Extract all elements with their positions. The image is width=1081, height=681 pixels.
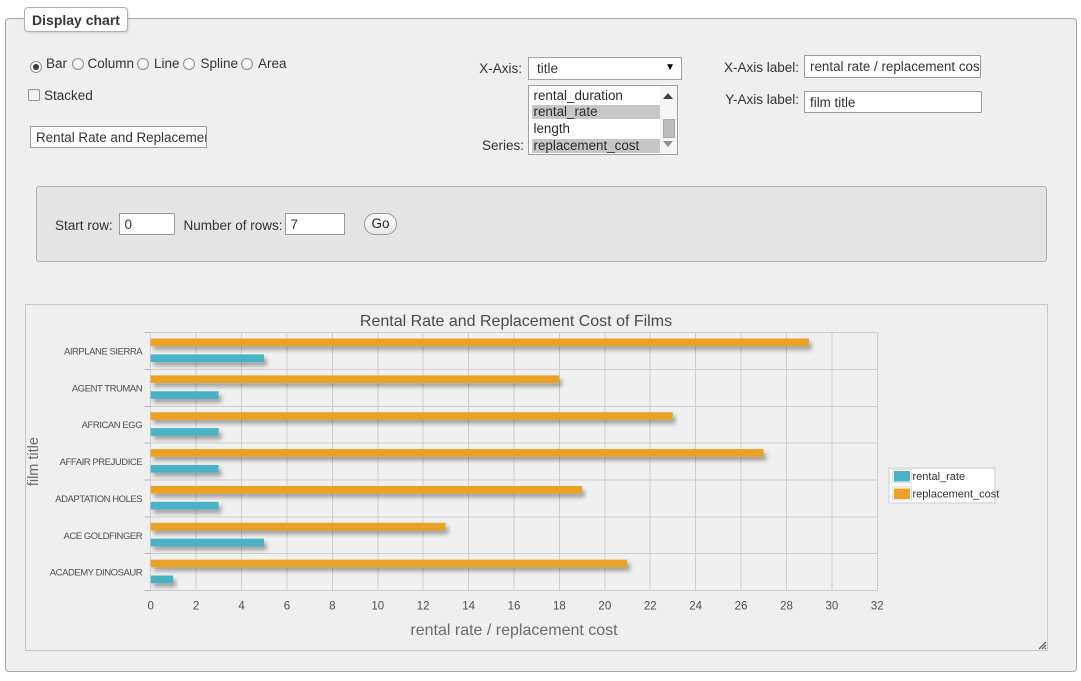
svg-text:Rental Rate and Replacement Co: Rental Rate and Replacement Cost of Film… — [360, 313, 672, 330]
svg-text:4: 4 — [238, 601, 245, 613]
svg-text:18: 18 — [553, 601, 566, 613]
svg-text:12: 12 — [417, 601, 430, 613]
svg-text:20: 20 — [598, 601, 611, 613]
svg-text:AFFAIR PREJUDICE: AFFAIR PREJUDICE — [60, 457, 143, 468]
svg-text:26: 26 — [735, 601, 748, 613]
svg-text:film title: film title — [26, 437, 42, 486]
svg-text:rental rate / replacement cost: rental rate / replacement cost — [410, 622, 618, 639]
svg-text:6: 6 — [284, 601, 290, 613]
svg-text:14: 14 — [462, 601, 475, 613]
svg-text:ADAPTATION HOLES: ADAPTATION HOLES — [55, 494, 142, 505]
svg-text:AGENT TRUMAN: AGENT TRUMAN — [72, 383, 143, 394]
svg-text:2: 2 — [193, 601, 199, 613]
svg-text:AIRPLANE SIERRA: AIRPLANE SIERRA — [64, 347, 143, 358]
svg-text:0: 0 — [147, 601, 153, 613]
svg-text:30: 30 — [825, 601, 838, 613]
svg-text:16: 16 — [508, 601, 521, 613]
svg-text:replacement_cost: replacement_cost — [913, 489, 1000, 501]
svg-text:ACADEMY DINOSAUR: ACADEMY DINOSAUR — [50, 568, 143, 579]
svg-text:32: 32 — [871, 601, 884, 613]
svg-text:24: 24 — [689, 601, 702, 613]
svg-text:22: 22 — [644, 601, 657, 613]
svg-text:ACE GOLDFINGER: ACE GOLDFINGER — [64, 531, 143, 542]
svg-text:8: 8 — [329, 601, 335, 613]
svg-text:rental_rate: rental_rate — [913, 471, 966, 483]
svg-text:10: 10 — [371, 601, 384, 613]
svg-text:AFRICAN EGG: AFRICAN EGG — [82, 420, 143, 431]
svg-text:28: 28 — [780, 601, 793, 613]
